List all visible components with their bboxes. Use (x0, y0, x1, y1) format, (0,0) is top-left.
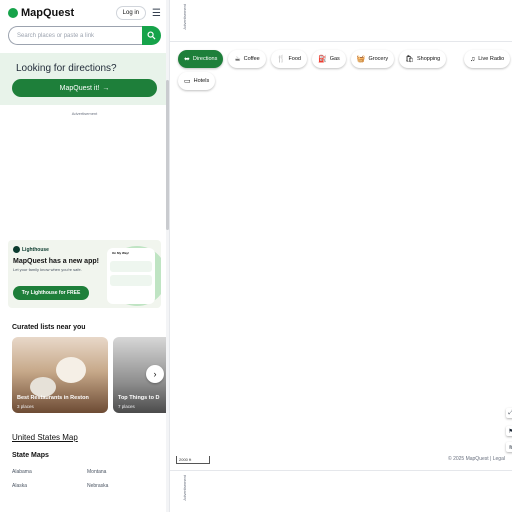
search-input[interactable]: Search places or paste a link (8, 26, 142, 45)
category-gas[interactable]: ⛽ Gas (311, 50, 346, 68)
promo-art-card (110, 261, 152, 272)
category-grocery[interactable]: 🧺 Grocery (350, 50, 395, 68)
lighthouse-icon (13, 246, 20, 253)
try-lighthouse-button[interactable]: Try Lighthouse for FREE (13, 286, 89, 300)
category-label: Gas (329, 56, 340, 62)
search-icon (147, 31, 156, 40)
gas-icon: ⛽ (317, 55, 327, 63)
curated-title: Curated lists near you (12, 324, 86, 331)
category-label: Hotels (193, 78, 210, 84)
live-radio-label: Live Radio (478, 56, 505, 62)
sidebar-scroll-track[interactable] (166, 0, 169, 512)
bottom-ad-label: Advertisement (182, 475, 187, 501)
curated-card-name: Top Things to D (118, 395, 160, 401)
category-label: Grocery (368, 56, 389, 62)
map-tool-measure-icon[interactable]: ⤢ (506, 408, 512, 418)
carousel-next-button[interactable]: › (146, 365, 164, 383)
state-link[interactable]: Montana (87, 469, 162, 475)
search-button[interactable] (142, 26, 161, 45)
sidebar-scrollbar[interactable] (166, 80, 169, 230)
map-canvas[interactable]: ⬌ Directions ☕ Coffee 🍴 Food ⛽ Gas 🧺 Gro… (170, 42, 512, 470)
promo-body: Let your family know when you're safe. (13, 267, 82, 272)
coffee-icon: ☕ (234, 55, 241, 63)
chevron-right-icon: › (153, 369, 157, 379)
category-label: Food (288, 56, 301, 62)
category-label: Shopping (416, 56, 441, 62)
music-note-icon: ♫ (470, 55, 476, 63)
grocery-icon: 🧺 (356, 55, 366, 63)
mapquest-it-button[interactable]: MapQuest it! → (12, 79, 157, 97)
category-coffee[interactable]: ☕ Coffee (228, 50, 266, 68)
promo-art-card (110, 275, 152, 286)
category-hotels[interactable]: ▭ Hotels (178, 72, 216, 90)
directions-icon: ⬌ (184, 55, 190, 63)
curated-carousel: Best Restaurants in Reston 3 places Top … (0, 337, 169, 415)
lighthouse-brand-text: Lighthouse (22, 246, 49, 253)
category-directions[interactable]: ⬌ Directions (178, 50, 224, 68)
category-shopping[interactable]: 🛍 Shopping (399, 50, 447, 68)
logo-text: MapQuest (21, 7, 75, 19)
login-button[interactable]: Log in (115, 6, 147, 20)
directions-card: Looking for directions? MapQuest it! → (0, 53, 169, 105)
menu-icon[interactable]: ☰ (152, 8, 161, 19)
category-label: Directions (192, 56, 218, 62)
state-maps-title: State Maps (12, 452, 49, 459)
live-radio-button[interactable]: ♫ Live Radio (464, 50, 511, 68)
food-image (56, 357, 86, 383)
shopping-icon: 🛍 (405, 55, 414, 63)
bottom-ad-slot: Advertisement (170, 470, 512, 512)
directions-title: Looking for directions? (16, 63, 117, 74)
curated-card[interactable]: Best Restaurants in Reston 3 places (12, 337, 108, 413)
arrow-right-icon: → (102, 84, 110, 92)
top-ad-slot: Advertisement (170, 0, 512, 42)
food-image (30, 377, 56, 397)
map-copyright[interactable]: © 2025 MapQuest | Legal (448, 456, 505, 462)
header: MapQuest Log in ☰ (0, 0, 169, 26)
united-states-map-link[interactable]: United States Map (12, 433, 169, 442)
curated-card-count: 3 places (17, 404, 34, 409)
curated-card-count: 7 places (118, 404, 135, 409)
state-link[interactable]: Alabama (12, 469, 87, 475)
category-label: Coffee (243, 56, 260, 62)
app-root: MapQuest Log in ☰ Search places or paste… (0, 0, 512, 512)
sidebar: MapQuest Log in ☰ Search places or paste… (0, 0, 170, 512)
state-list: Alabama Montana Alaska Nebraska (12, 469, 169, 489)
curated-card-name: Best Restaurants in Reston (17, 395, 89, 401)
search-bar: Search places or paste a link (8, 26, 161, 45)
mapquest-it-label: MapQuest it! (59, 84, 100, 92)
map-tool-layers-icon[interactable]: ≋ (506, 442, 512, 452)
category-bar: ⬌ Directions ☕ Coffee 🍴 Food ⛽ Gas 🧺 Gro… (178, 50, 447, 68)
map-tool-traffic-icon[interactable]: ⚑ (506, 426, 512, 436)
logo-icon (8, 8, 18, 18)
lighthouse-promo: Lighthouse MapQuest has a new app! Let y… (8, 240, 161, 308)
top-ad-label: Advertisement (182, 4, 187, 30)
mapquest-logo[interactable]: MapQuest (8, 7, 74, 19)
sidebar-ad-slot (0, 116, 169, 240)
map-scale: 2000 ft (176, 456, 210, 464)
category-food[interactable]: 🍴 Food (270, 50, 307, 68)
promo-phone-mockup: On My Way! (107, 248, 155, 304)
hotel-icon: ▭ (184, 77, 191, 85)
food-icon: 🍴 (276, 55, 286, 63)
state-link[interactable]: Nebraska (87, 483, 162, 489)
promo-art-heading: On My Way! (112, 251, 130, 255)
state-link[interactable]: Alaska (12, 483, 87, 489)
